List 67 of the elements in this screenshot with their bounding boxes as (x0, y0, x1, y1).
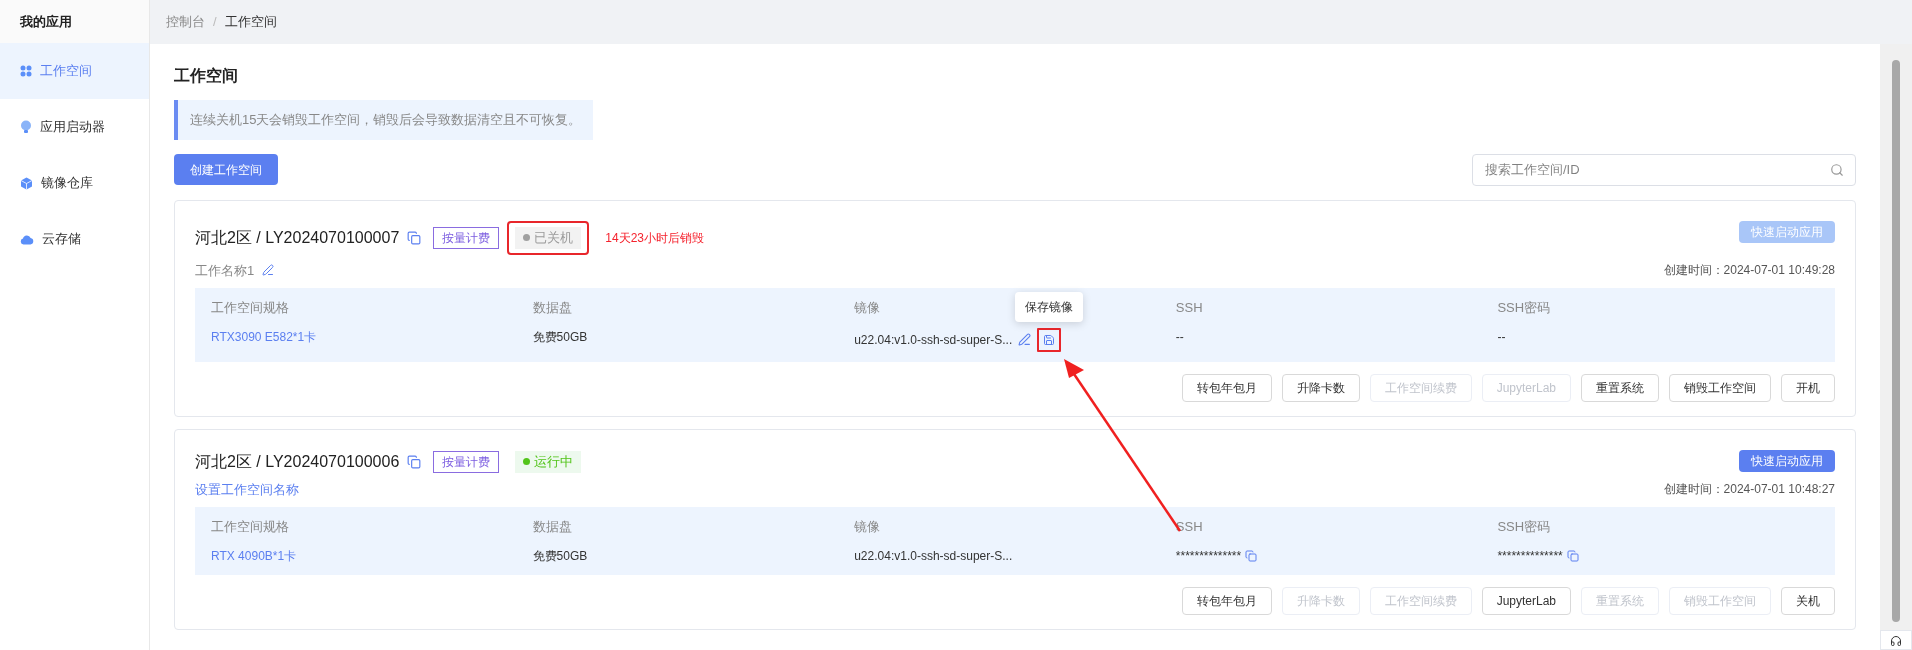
spec-value: u22.04:v1.0-ssh-sd-super-S... (854, 547, 1013, 565)
cloud-icon (20, 233, 34, 245)
edit-icon[interactable] (1018, 333, 1032, 346)
page-title: 工作空间 (174, 66, 239, 86)
spec-label: SSH密码 (1497, 518, 1551, 536)
headset-icon[interactable] (1890, 635, 1902, 647)
sidebar-item[interactable]: 云存储 (0, 211, 149, 267)
breadcrumb-separator: / (213, 13, 217, 32)
spec-value: 免费50GB (532, 328, 588, 346)
edit-icon[interactable] (262, 264, 275, 277)
action-button[interactable]: JupyterLab (1481, 586, 1571, 615)
sidebar-item[interactable]: 工作空间 (0, 43, 149, 99)
search-field[interactable]: 搜索工作空间/ID (1472, 153, 1856, 186)
spec-value: -- (1497, 328, 1506, 346)
spec-label: 工作空间规格 (211, 518, 289, 536)
spec-label: 镜像 (854, 518, 881, 536)
save-icon[interactable] (1043, 333, 1056, 346)
billing-tag: 按量计费 (433, 450, 500, 473)
set-name-link[interactable]: 设置工作空间名称 (195, 479, 299, 499)
status-badge: 已关机 (515, 226, 582, 249)
copy-icon[interactable] (1245, 549, 1258, 562)
copy-icon[interactable] (1566, 549, 1579, 562)
billing-tag: 按量计费 (433, 226, 500, 249)
created-time: 创建时间：2024-07-01 10:49:28 (1663, 262, 1835, 280)
spec-label: SSH (1175, 299, 1203, 317)
action-button[interactable]: 重置系统 (1581, 373, 1659, 402)
spec-link[interactable]: RTX3090 E582*1卡 (211, 327, 317, 346)
copy-icon[interactable] (407, 454, 422, 469)
spec-link[interactable]: RTX 4090B*1卡 (211, 546, 297, 565)
spec-value: ************** (1175, 547, 1242, 565)
lightbulb-icon (20, 120, 32, 134)
action-button[interactable]: 关机 (1781, 586, 1835, 615)
spec-label: 数据盘 (532, 518, 572, 536)
search-icon[interactable] (1830, 162, 1844, 177)
spec-value: -- (1175, 328, 1184, 346)
sidebar-title: 我的应用 (20, 12, 72, 31)
spec-value: ************** (1497, 547, 1563, 565)
create-button[interactable]: 创建工作空间 (174, 154, 278, 185)
scrollbar[interactable] (1880, 44, 1912, 630)
workspace-title: 河北2区 / LY2024070100006 (195, 451, 400, 472)
action-button[interactable]: 转包年包月 (1181, 586, 1272, 615)
cube-icon (20, 176, 33, 190)
breadcrumb-item: 工作空间 (224, 13, 277, 32)
sidebar-item[interactable]: 应用启动器 (0, 99, 149, 155)
created-time: 创建时间：2024-07-01 10:48:27 (1663, 481, 1835, 499)
destroy-countdown: 14天23小时后销毁 (605, 229, 704, 247)
spec-label: 镜像 (854, 299, 881, 317)
grid-icon (20, 65, 32, 77)
spec-label: 数据盘 (532, 299, 572, 317)
spec-value: u22.04:v1.0-ssh-sd-super-S... (854, 331, 1013, 349)
workspace-title: 河北2区 / LY2024070100007 (195, 227, 400, 248)
spec-value: 免费50GB (532, 547, 588, 565)
tooltip: 保存镜像 (1015, 291, 1084, 322)
quick-launch-button[interactable]: 快速启动应用 (1739, 449, 1835, 472)
spec-label: 工作空间规格 (211, 299, 289, 317)
action-button[interactable]: 转包年包月 (1181, 373, 1272, 402)
spec-label: SSH密码 (1497, 299, 1551, 317)
breadcrumb-item[interactable]: 控制台 (166, 12, 205, 32)
action-button[interactable]: 升降卡数 (1281, 373, 1360, 402)
status-badge: 运行中 (515, 450, 582, 473)
sidebar-item[interactable]: 镜像仓库 (0, 155, 149, 211)
support-button[interactable] (1880, 630, 1912, 650)
workspace-name: 工作名称1 (195, 261, 255, 280)
notice-banner: 连续关机15天会销毁工作空间，销毁后会导致数据清空且不可恢复。 (174, 100, 594, 140)
copy-icon[interactable] (407, 230, 422, 245)
action-button[interactable]: 开机 (1781, 373, 1835, 402)
action-button[interactable]: 销毁工作空间 (1669, 373, 1771, 402)
